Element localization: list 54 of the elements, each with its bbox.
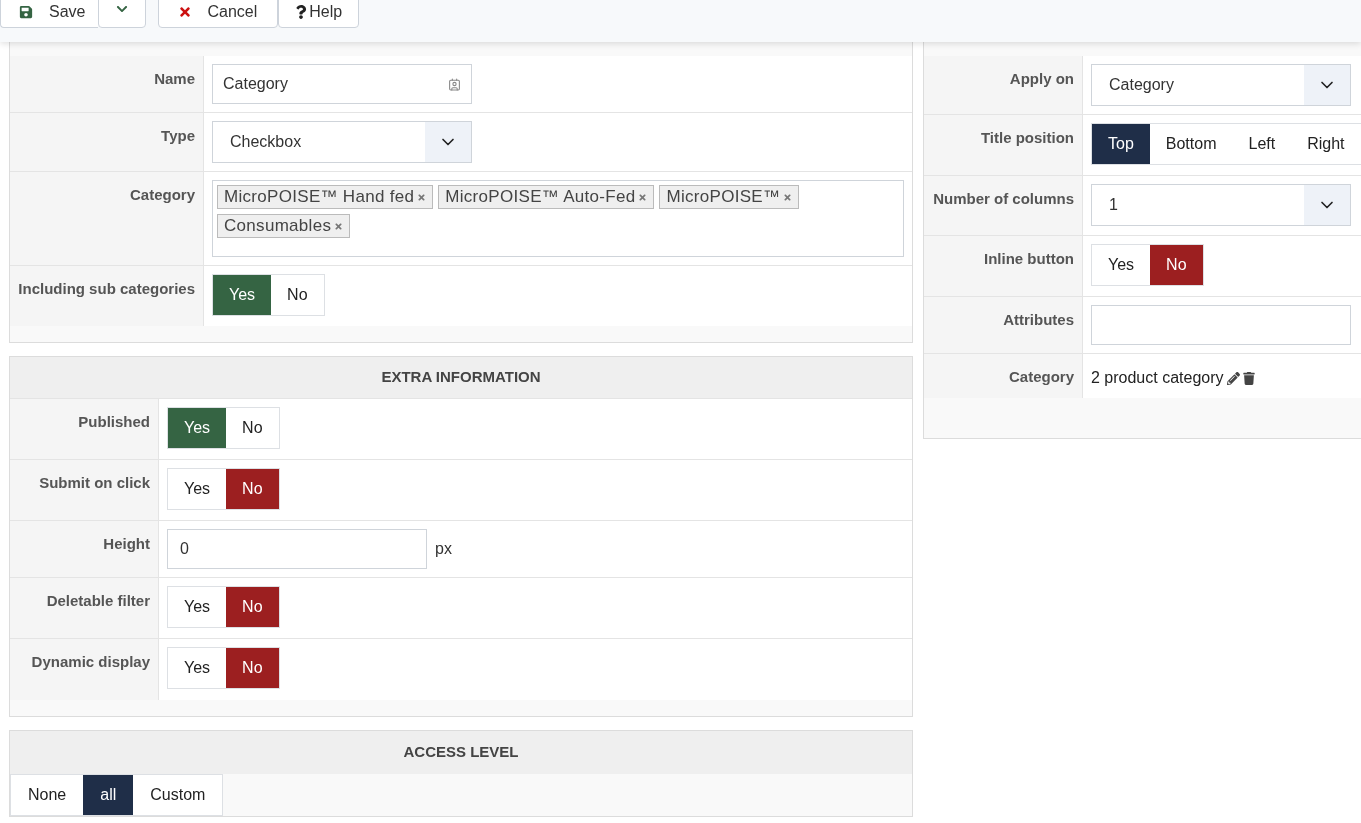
field-label: Height [103,534,150,554]
contact-card-icon [448,77,461,91]
field-label: Category [129,185,195,205]
toggle-option[interactable]: all [83,775,134,815]
field-label: Type [161,126,195,146]
select-field[interactable]: Category [1091,64,1351,106]
field-label: Inline button [984,249,1074,269]
toggle-option[interactable]: No [1150,245,1203,285]
save-options-button[interactable] [98,0,147,28]
field-label: Category [1008,367,1074,387]
category-tag[interactable]: MicroPOISE™ Auto-Fed [438,185,655,209]
close-icon [179,5,192,19]
remove-icon[interactable] [334,221,344,231]
field-label: Name [154,69,195,89]
field-label: Attributes [1003,310,1074,330]
toggle-option[interactable]: Yes [168,408,227,448]
toggle-option[interactable]: Yes [213,275,272,315]
toggle-option[interactable]: No [226,469,279,509]
remove-icon[interactable] [638,192,648,202]
section-title: EXTRA INFORMATION [381,367,541,388]
remove-icon[interactable] [783,192,793,202]
toggle-option[interactable]: None [11,775,84,815]
cancel-button[interactable]: Cancel [158,0,279,28]
field-label: Published [78,412,150,432]
category-count: 2 product category [1091,368,1224,388]
toggle-option[interactable]: Top [1092,124,1150,164]
field-label: Including sub categories [18,279,195,299]
select-field[interactable]: Checkbox [212,121,472,163]
text-field[interactable]: Category [212,64,472,104]
category-tag[interactable]: MicroPOISE™ Hand fed [217,185,434,209]
category-tag[interactable]: MicroPOISE™ [659,185,800,209]
field-label: Title position [980,128,1074,148]
help-icon [295,5,308,19]
toggle-option[interactable]: Custom [133,775,223,815]
field-label: Dynamic display [31,652,150,672]
toggle-option[interactable]: No [226,587,279,627]
field-label: Deletable filter [46,591,150,611]
unit-label: px [435,539,452,559]
delete-icon[interactable] [1242,371,1255,385]
field-label: Apply on [1009,69,1074,89]
save-button[interactable]: Save [0,0,99,28]
chevron-down-icon [116,3,129,15]
help-button[interactable]: Help [278,0,360,28]
attributes-field[interactable] [1091,305,1351,345]
height-field[interactable]: 0 [167,529,427,569]
category-tag[interactable]: Consumables [217,214,351,238]
field-label: Number of columns [933,189,1074,209]
toggle-option[interactable]: No [226,648,279,688]
field-label: Submit on click [39,473,150,493]
select-field[interactable]: 1 [1091,184,1351,226]
tags-field[interactable]: MicroPOISE™ Hand fed MicroPOISE™ Auto-Fed MicroPOISE™ Consumables [212,180,904,257]
remove-icon[interactable] [417,192,427,202]
section-title: ACCESS LEVEL [403,742,519,763]
edit-icon[interactable] [1226,371,1240,385]
